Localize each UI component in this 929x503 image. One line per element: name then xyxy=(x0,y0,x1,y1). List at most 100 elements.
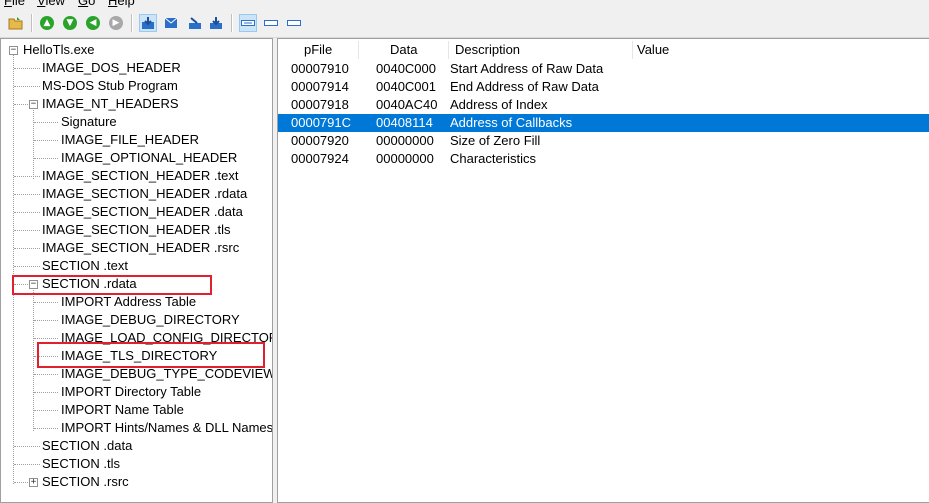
tree-item[interactable]: SECTION .text xyxy=(42,257,128,275)
cell-pfile: 00007924 xyxy=(291,151,349,166)
down-icon[interactable]: ▼ xyxy=(61,14,79,32)
forward-icon[interactable]: ▶ xyxy=(107,14,125,32)
column-header-data[interactable]: Data xyxy=(390,39,417,61)
tree-line xyxy=(14,266,40,267)
menu-view[interactable]: View xyxy=(37,0,65,8)
cell-description: End Address of Raw Data xyxy=(450,79,599,94)
tree-item[interactable]: IMPORT Name Table xyxy=(61,401,184,419)
tree-item[interactable]: IMAGE_OPTIONAL_HEADER xyxy=(61,149,237,167)
cell-pfile: 0000791C xyxy=(291,115,351,130)
column-divider[interactable] xyxy=(358,41,359,59)
tree-item[interactable]: IMAGE_SECTION_HEADER .tls xyxy=(42,221,231,239)
cell-description: Characteristics xyxy=(450,151,536,166)
cell-description: Address of Callbacks xyxy=(450,115,573,130)
tree-item[interactable]: IMAGE_DEBUG_DIRECTORY xyxy=(61,311,240,329)
tree-line xyxy=(14,86,40,87)
column-header-value[interactable]: Value xyxy=(637,39,669,61)
tree-item[interactable]: IMAGE_DOS_HEADER xyxy=(42,59,181,77)
highlight-box-tls-directory xyxy=(37,342,265,368)
collapse-icon[interactable]: − xyxy=(29,100,38,109)
tree-root[interactable]: HelloTls.exe xyxy=(23,41,95,59)
export-icon[interactable] xyxy=(207,14,225,32)
tree-line xyxy=(14,446,40,447)
expand-icon[interactable]: + xyxy=(29,478,38,487)
cell-description: Start Address of Raw Data xyxy=(450,61,604,76)
open-folder-icon[interactable] xyxy=(7,14,25,32)
tree-line xyxy=(14,212,40,213)
tree-line xyxy=(13,55,14,484)
tree-line xyxy=(34,428,58,429)
table-row[interactable]: 00007924 00000000 Characteristics xyxy=(278,150,929,168)
cell-pfile: 00007914 xyxy=(291,79,349,94)
details-list[interactable]: pFile Data Description Value 00007910 00… xyxy=(277,38,929,503)
tree-line xyxy=(34,122,58,123)
view-3-icon[interactable] xyxy=(285,14,303,32)
cell-data: 00408114 xyxy=(376,115,433,130)
table-row[interactable]: 00007914 0040C001 End Address of Raw Dat… xyxy=(278,78,929,96)
table-row[interactable]: 00007920 00000000 Size of Zero Fill xyxy=(278,132,929,150)
tree-item[interactable]: SECTION .data xyxy=(42,437,132,455)
tree-line xyxy=(33,110,34,179)
tree-line xyxy=(34,158,58,159)
tree-line xyxy=(34,302,58,303)
tree-item[interactable]: SECTION .tls xyxy=(42,455,120,473)
cell-data: 0040C000 xyxy=(376,61,436,76)
tree-item[interactable]: IMAGE_NT_HEADERS xyxy=(42,95,179,113)
tree-line xyxy=(34,374,58,375)
tree-item[interactable]: IMAGE_SECTION_HEADER .text xyxy=(42,167,239,185)
cell-pfile: 00007918 xyxy=(291,97,349,112)
back-icon[interactable]: ◀ xyxy=(84,14,102,32)
tree-line xyxy=(34,410,58,411)
toolbar-separator xyxy=(131,14,133,32)
up-icon[interactable]: ▲ xyxy=(38,14,56,32)
table-row[interactable]: 00007910 0040C000 Start Address of Raw D… xyxy=(278,60,929,78)
tree-line xyxy=(14,104,28,105)
cell-data: 0040AC40 xyxy=(376,97,438,112)
tree-line xyxy=(14,464,40,465)
tree-view[interactable]: − HelloTls.exe IMAGE_DOS_HEADER MS-DOS S… xyxy=(0,38,273,503)
tree-line xyxy=(34,392,58,393)
mail-icon[interactable] xyxy=(162,14,180,32)
tree-line xyxy=(14,194,40,195)
tree-item[interactable]: IMAGE_SECTION_HEADER .rdata xyxy=(42,185,247,203)
table-row[interactable]: 00007918 0040AC40 Address of Index xyxy=(278,96,929,114)
toolbar-separator xyxy=(31,14,33,32)
tree-line xyxy=(14,176,40,177)
tree-item[interactable]: IMAGE_FILE_HEADER xyxy=(61,131,199,149)
tree-item[interactable]: IMPORT Address Table xyxy=(61,293,196,311)
cell-data: 00000000 xyxy=(376,133,434,148)
cell-description: Size of Zero Fill xyxy=(450,133,541,148)
tree-item[interactable]: MS-DOS Stub Program xyxy=(42,77,178,95)
toolbar: ▲ ▼ ◀ ▶ xyxy=(0,9,929,38)
cell-pfile: 00007920 xyxy=(291,133,349,148)
column-header-description[interactable]: Description xyxy=(455,39,520,61)
cell-data: 00000000 xyxy=(376,151,434,166)
view-2-icon[interactable] xyxy=(262,14,280,32)
tree-line xyxy=(14,248,40,249)
column-divider[interactable] xyxy=(448,41,449,59)
column-divider[interactable] xyxy=(632,41,633,59)
cell-description: Address of Index xyxy=(450,97,548,112)
table-row-selected[interactable]: 0000791C 00408114 Address of Callbacks xyxy=(278,114,929,132)
tree-line xyxy=(34,320,58,321)
tree-item[interactable]: IMPORT Hints/Names & DLL Names xyxy=(61,419,272,437)
tree-line xyxy=(14,68,40,69)
collapse-icon[interactable]: − xyxy=(9,46,18,55)
save-icon[interactable] xyxy=(139,14,157,32)
import-icon[interactable] xyxy=(186,14,204,32)
menu-go[interactable]: Go xyxy=(78,0,95,8)
tree-item[interactable]: IMAGE_SECTION_HEADER .rsrc xyxy=(42,239,239,257)
tree-item[interactable]: SECTION .rsrc xyxy=(42,473,129,491)
tree-line xyxy=(34,140,58,141)
list-header: pFile Data Description Value xyxy=(278,39,929,61)
tree-item[interactable]: IMAGE_SECTION_HEADER .data xyxy=(42,203,243,221)
tree-item[interactable]: IMPORT Directory Table xyxy=(61,383,201,401)
highlight-box-section-rdata xyxy=(12,275,212,295)
tree-line xyxy=(34,338,58,339)
menu-help[interactable]: Help xyxy=(108,0,135,8)
tree-item[interactable]: Signature xyxy=(61,113,117,131)
toolbar-separator xyxy=(231,14,233,32)
view-1-icon[interactable] xyxy=(239,14,257,32)
menu-file[interactable]: File xyxy=(4,0,25,8)
column-header-pfile[interactable]: pFile xyxy=(304,39,332,61)
